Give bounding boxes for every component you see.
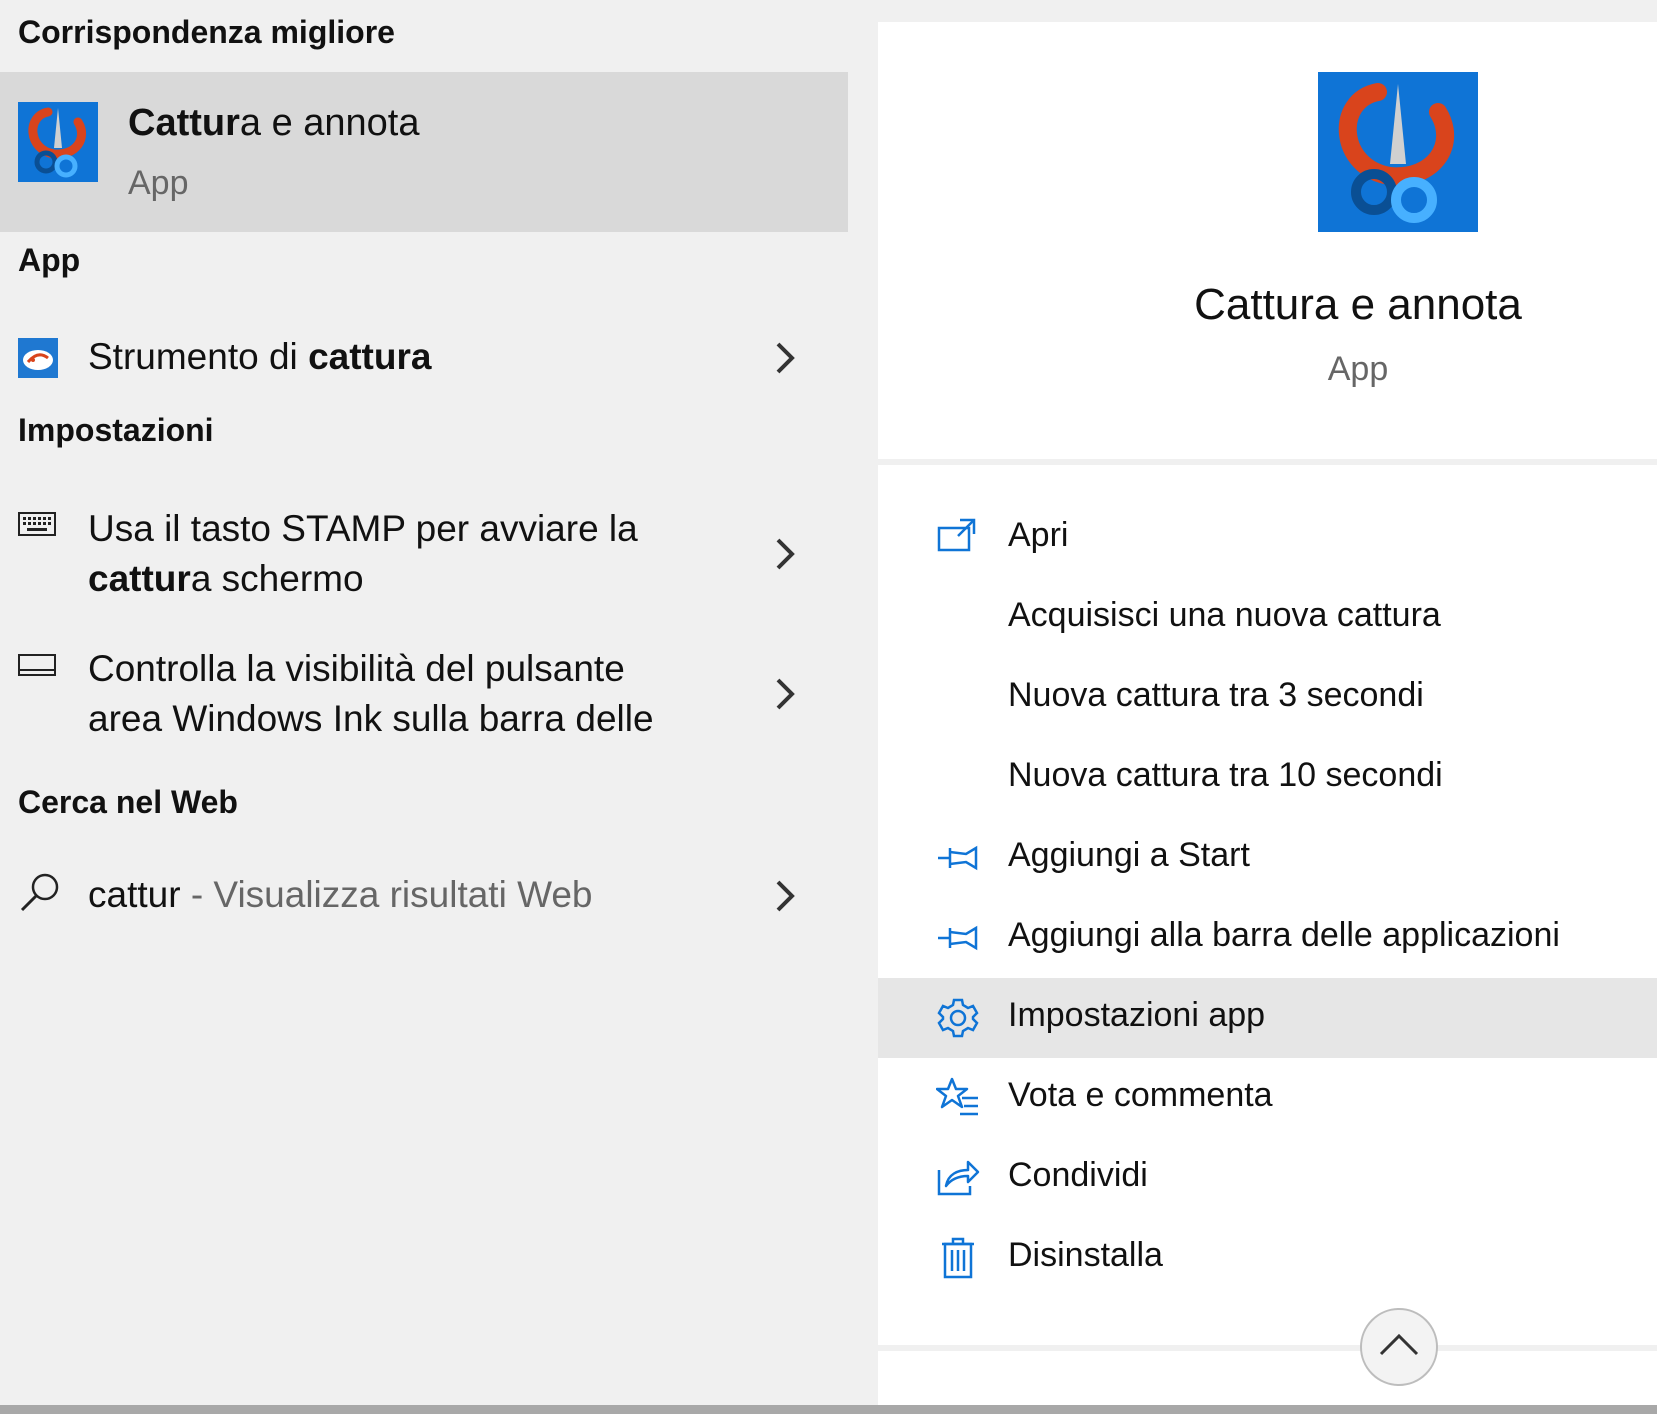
action-pin-taskbar[interactable]: Aggiungi alla barra delle applicazioni xyxy=(878,898,1657,978)
web-search-result[interactable]: cattur - Visualizza risultati Web xyxy=(0,862,848,938)
chevron-right-icon[interactable] xyxy=(770,876,800,916)
action-share[interactable]: Condividi xyxy=(878,1138,1657,1218)
star-list-icon xyxy=(935,1076,980,1120)
window-bottom-edge xyxy=(0,1405,1657,1414)
action-rate-review[interactable]: Vota e commenta xyxy=(878,1058,1657,1138)
search-results-panel: Corrispondenza migliore Cattura e annota… xyxy=(0,0,848,1405)
action-new-capture[interactable]: Acquisisci una nuova cattura xyxy=(878,578,1657,658)
settings-result-label: Usa il tasto STAMP per avviare la cattur… xyxy=(88,508,638,599)
trash-icon xyxy=(936,1236,980,1280)
snip-sketch-icon xyxy=(18,102,98,182)
divider xyxy=(878,459,1657,465)
action-open[interactable]: Apri xyxy=(878,498,1657,578)
action-label: Disinstalla xyxy=(1008,1236,1163,1274)
snipping-tool-icon xyxy=(18,338,58,378)
action-label: Vota e commenta xyxy=(1008,1076,1273,1114)
action-label: Aggiungi a Start xyxy=(1008,836,1250,874)
open-icon xyxy=(936,516,980,560)
action-label: Acquisisci una nuova cattura xyxy=(1008,596,1441,634)
action-label: Aggiungi alla barra delle applicazioni xyxy=(1008,916,1560,954)
pin-icon xyxy=(936,916,980,960)
snip-sketch-icon xyxy=(1318,72,1478,232)
action-label: Nuova cattura tra 10 secondi xyxy=(1008,756,1443,794)
settings-heading: Impostazioni xyxy=(18,412,214,448)
divider xyxy=(878,1345,1657,1351)
settings-result-print-screen[interactable]: Usa il tasto STAMP per avviare la cattur… xyxy=(0,500,848,610)
settings-result-label: Controlla la visibilità del pulsante are… xyxy=(88,648,654,739)
gear-icon xyxy=(936,996,980,1040)
app-details-panel: Cattura e annota App Apri Acquisisci una… xyxy=(878,22,1657,1405)
best-match-item[interactable]: Cattura e annota App xyxy=(0,72,848,232)
best-match-title: Cattura e annota xyxy=(128,102,420,144)
action-label: Nuova cattura tra 3 secondi xyxy=(1008,676,1424,714)
app-result-label: Strumento di cattura xyxy=(88,336,432,377)
chevron-right-icon[interactable] xyxy=(770,338,800,378)
web-search-label: cattur - Visualizza risultati Web xyxy=(88,874,593,915)
action-label: Apri xyxy=(1008,516,1069,554)
chevron-right-icon[interactable] xyxy=(770,674,800,714)
action-app-settings[interactable]: Impostazioni app xyxy=(878,978,1657,1058)
keyboard-icon xyxy=(18,512,56,536)
action-uninstall[interactable]: Disinstalla xyxy=(878,1218,1657,1298)
action-capture-10s[interactable]: Nuova cattura tra 10 secondi xyxy=(878,738,1657,818)
app-subtitle: App xyxy=(1327,350,1389,388)
action-label: Condividi xyxy=(1008,1156,1148,1194)
search-icon xyxy=(18,870,62,914)
action-pin-start[interactable]: Aggiungi a Start xyxy=(878,818,1657,898)
share-icon xyxy=(936,1156,980,1200)
app-title: Cattura e annota xyxy=(1194,280,1522,329)
web-heading: Cerca nel Web xyxy=(18,784,238,820)
action-label: Impostazioni app xyxy=(1008,996,1266,1034)
settings-result-windows-ink[interactable]: Controlla la visibilità del pulsante are… xyxy=(0,640,848,750)
best-match-heading: Corrispondenza migliore xyxy=(18,14,395,50)
scroll-up-button[interactable] xyxy=(1360,1308,1438,1386)
chevron-right-icon[interactable] xyxy=(770,534,800,574)
chevron-up-icon xyxy=(1379,1333,1419,1356)
action-capture-3s[interactable]: Nuova cattura tra 3 secondi xyxy=(878,658,1657,738)
app-heading: App xyxy=(18,242,81,278)
taskbar-icon xyxy=(18,654,56,676)
pin-icon xyxy=(936,836,980,880)
best-match-subtitle: App xyxy=(128,164,189,202)
app-result-snipping-tool[interactable]: Strumento di cattura xyxy=(0,320,848,396)
